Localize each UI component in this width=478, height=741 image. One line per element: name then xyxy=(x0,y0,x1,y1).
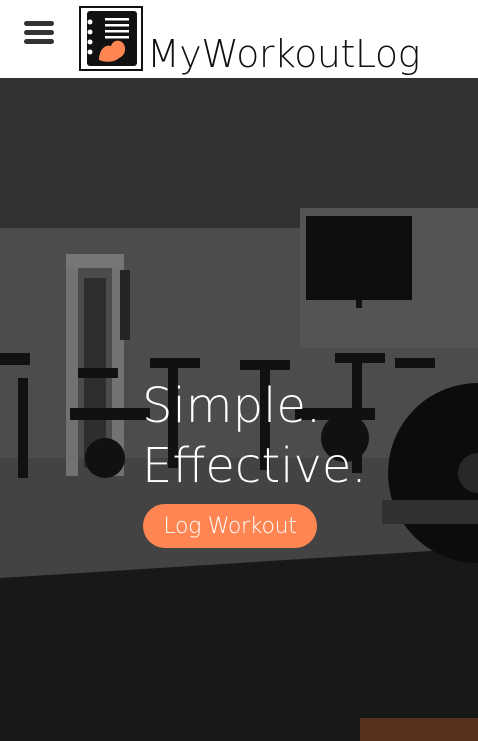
notebook-flexed-arm-icon xyxy=(79,6,143,71)
brand-name: MyWorkoutLog xyxy=(147,32,420,76)
hero-headline: Simple. Effective. xyxy=(142,376,367,496)
log-workout-button[interactable]: Log Workout xyxy=(143,504,317,548)
headline-line-1: Simple. xyxy=(142,378,322,434)
menu-bar xyxy=(24,21,54,26)
site-header: MyWorkoutLog xyxy=(0,0,478,78)
hamburger-menu-icon[interactable] xyxy=(22,18,56,48)
hero-section: Simple. Effective. Log Workout xyxy=(0,78,478,741)
menu-bar xyxy=(24,30,54,35)
headline-line-2: Effective. xyxy=(142,438,367,494)
menu-bar xyxy=(24,39,54,44)
